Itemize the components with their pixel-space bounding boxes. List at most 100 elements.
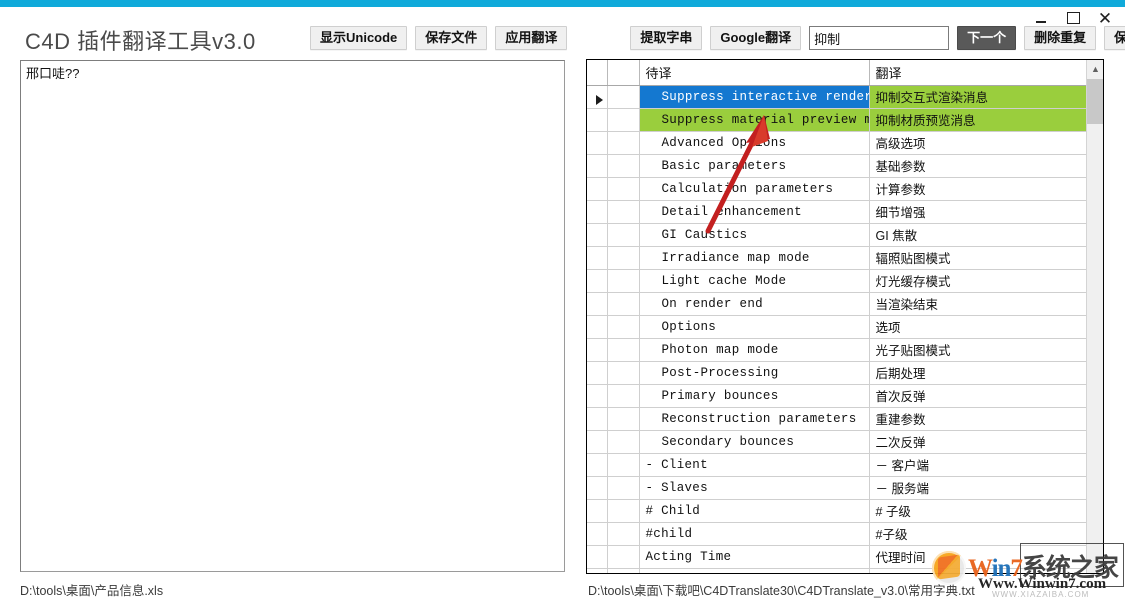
cell-source-text[interactable]: # Child	[639, 499, 870, 523]
row-selector-cell[interactable]	[587, 407, 608, 431]
extract-strings-button[interactable]: 提取字串	[630, 26, 703, 50]
row-selector-cell[interactable]	[587, 177, 608, 201]
cell-target-text[interactable]: 基础参数	[869, 154, 1086, 178]
cell-source-text[interactable]: - Client	[639, 453, 870, 477]
scrollbar-thumb[interactable]	[1087, 79, 1103, 124]
row-selector-cell[interactable]	[587, 108, 608, 132]
cell-target-text[interactable]: GI 焦散	[869, 223, 1086, 247]
google-translate-button[interactable]: Google翻译	[710, 26, 802, 50]
cell-target-text[interactable]: 抑制材质预览消息	[869, 108, 1086, 132]
row-selector-cell[interactable]	[587, 476, 608, 500]
cell-source-text[interactable]: Light cache Mode	[639, 269, 870, 293]
table-row[interactable]: Photon map mode 光子贴图模式	[587, 338, 1086, 362]
table-row[interactable]: Options 选项	[587, 315, 1086, 339]
save-file-button[interactable]: 保存文件	[415, 26, 488, 50]
cell-source-text[interactable]: Reconstruction parameters	[639, 407, 870, 431]
table-row[interactable]: Irradiance map mode 辐照贴图模式	[587, 246, 1086, 270]
cell-target-text[interactable]: － 服务端	[869, 476, 1086, 500]
table-row[interactable]: # Child # 子级	[587, 499, 1086, 523]
cell-target-text[interactable]: 选项	[869, 315, 1086, 339]
cell-target-text[interactable]: 二次反弹	[869, 430, 1086, 454]
row-selector-cell[interactable]	[587, 246, 608, 270]
row-selector-cell[interactable]	[587, 430, 608, 454]
table-row[interactable]: Suppress material preview mess...抑制材质预览消…	[587, 108, 1086, 132]
row-selector-cell[interactable]	[587, 315, 608, 339]
maximize-icon[interactable]	[1065, 10, 1081, 26]
cell-target-text[interactable]: # 子级	[869, 499, 1086, 523]
table-row[interactable]: - Client － 客户端	[587, 453, 1086, 477]
cell-source-text[interactable]: Irradiance map mode	[639, 246, 870, 270]
cell-source-text[interactable]: Advanced Options	[639, 131, 870, 155]
row-selector-cell[interactable]	[587, 200, 608, 224]
row-selector-cell[interactable]	[587, 292, 608, 316]
close-icon[interactable]: ✕	[1097, 10, 1113, 27]
grid-vertical-scrollbar[interactable]: ▲	[1086, 60, 1103, 573]
grid-header-source[interactable]: 待译	[639, 60, 870, 86]
row-selector-cell[interactable]	[587, 568, 608, 573]
next-button[interactable]: 下一个	[957, 26, 1017, 50]
cell-target-text[interactable]: 灯光缓存模式	[869, 269, 1086, 293]
cell-source-text[interactable]: Post-Processing	[639, 361, 870, 385]
cell-source-text[interactable]: Secondary bounces	[639, 430, 870, 454]
cell-source-text[interactable]: On render end	[639, 292, 870, 316]
cell-source-text[interactable]: Basic parameters	[639, 154, 870, 178]
minimize-icon[interactable]	[1033, 10, 1049, 26]
cell-target-text[interactable]: 计算参数	[869, 177, 1086, 201]
table-row[interactable]: Primary bounces 首次反弹	[587, 384, 1086, 408]
remove-duplicates-button[interactable]: 删除重复	[1024, 26, 1097, 50]
table-row[interactable]: Basic parameters 基础参数	[587, 154, 1086, 178]
cell-source-text[interactable]: #child	[639, 522, 870, 546]
table-row[interactable]: Detail enhancement 细节增强	[587, 200, 1086, 224]
cell-source-text[interactable]: Options	[639, 315, 870, 339]
table-row[interactable]: Light cache Mode 灯光缓存模式	[587, 269, 1086, 293]
table-row[interactable]: On render end 当渲染结束	[587, 292, 1086, 316]
save-dictionary-button[interactable]: 保存字典	[1104, 26, 1125, 50]
show-unicode-button[interactable]: 显示Unicode	[310, 26, 408, 50]
table-row[interactable]: #child #子级	[587, 522, 1086, 546]
cell-source-text[interactable]: Photon map mode	[639, 338, 870, 362]
cell-source-text[interactable]: Suppress material preview mess...	[639, 108, 870, 132]
apply-translation-button[interactable]: 应用翻译	[495, 26, 568, 50]
row-selector-cell[interactable]	[587, 338, 608, 362]
table-row[interactable]: Alignment Threshold对齐阈值	[587, 568, 1086, 573]
cell-source-text[interactable]: Acting Time	[639, 545, 870, 569]
cell-target-text[interactable]: 细节增强	[869, 200, 1086, 224]
cell-target-text[interactable]: 后期处理	[869, 361, 1086, 385]
cell-target-text[interactable]: 当渲染结束	[869, 292, 1086, 316]
cell-target-text[interactable]: － 客户端	[869, 453, 1086, 477]
row-selector-cell[interactable]	[587, 85, 608, 109]
grid-header-target[interactable]: 翻译	[869, 60, 1086, 86]
row-selector-cell[interactable]	[587, 223, 608, 247]
cell-source-text[interactable]: Suppress interactive rendering...	[639, 85, 870, 109]
cell-target-text[interactable]: 高级选项	[869, 131, 1086, 155]
cell-source-text[interactable]: - Slaves	[639, 476, 870, 500]
row-selector-cell[interactable]	[587, 453, 608, 477]
cell-target-text[interactable]: 重建参数	[869, 407, 1086, 431]
table-row[interactable]: Advanced Options 高级选项	[587, 131, 1086, 155]
cell-source-text[interactable]: Detail enhancement	[639, 200, 870, 224]
source-text-area[interactable]: 邢口唗??	[20, 60, 565, 572]
cell-target-text[interactable]: #子级	[869, 522, 1086, 546]
table-row[interactable]: GI Caustics GI 焦散	[587, 223, 1086, 247]
cell-source-text[interactable]: GI Caustics	[639, 223, 870, 247]
cell-target-text[interactable]: 辐照贴图模式	[869, 246, 1086, 270]
row-selector-cell[interactable]	[587, 522, 608, 546]
cell-source-text[interactable]: Alignment Threshold	[639, 568, 870, 573]
scroll-up-icon[interactable]: ▲	[1087, 60, 1103, 77]
row-selector-cell[interactable]	[587, 154, 608, 178]
cell-source-text[interactable]: Primary bounces	[639, 384, 870, 408]
row-selector-cell[interactable]	[587, 269, 608, 293]
search-input[interactable]	[809, 26, 950, 50]
cell-target-text[interactable]: 抑制交互式渲染消息	[869, 85, 1086, 109]
row-selector-cell[interactable]	[587, 499, 608, 523]
table-row[interactable]: Reconstruction parameters 重建参数	[587, 407, 1086, 431]
cell-source-text[interactable]: Calculation parameters	[639, 177, 870, 201]
table-row[interactable]: Suppress interactive rendering...抑制交互式渲染…	[587, 85, 1086, 109]
cell-target-text[interactable]: 光子贴图模式	[869, 338, 1086, 362]
cell-target-text[interactable]: 首次反弹	[869, 384, 1086, 408]
table-row[interactable]: Secondary bounces 二次反弹	[587, 430, 1086, 454]
cell-target-text[interactable]: 代理时间	[869, 545, 1086, 569]
row-selector-cell[interactable]	[587, 131, 608, 155]
table-row[interactable]: Calculation parameters 计算参数	[587, 177, 1086, 201]
table-row[interactable]: - Slaves － 服务端	[587, 476, 1086, 500]
